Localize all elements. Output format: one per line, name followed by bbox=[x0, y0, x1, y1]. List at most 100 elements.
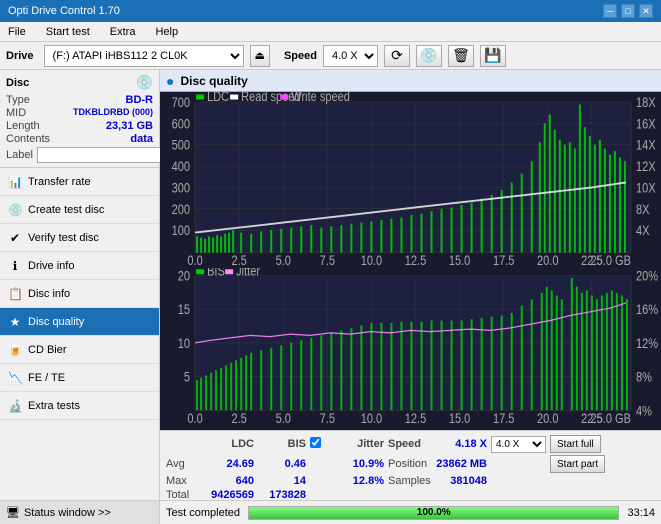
sidebar-item-disc-info[interactable]: 📋 Disc info bbox=[0, 280, 159, 308]
titlebar-title: Opti Drive Control 1.70 bbox=[8, 5, 603, 17]
maximize-button[interactable]: □ bbox=[621, 4, 635, 18]
svg-text:15.0: 15.0 bbox=[449, 410, 471, 425]
contents-label: Contents bbox=[6, 133, 50, 145]
disc-info-panel: Disc 💿 Type BD-R MID TDKBLDRBD (000) Len… bbox=[0, 70, 159, 168]
minimize-button[interactable]: ─ bbox=[603, 4, 617, 18]
svg-text:8%: 8% bbox=[636, 369, 652, 384]
label-label: Label bbox=[6, 149, 33, 161]
drive-select[interactable]: (F:) ATAPI iHBS112 2 CL0K bbox=[44, 45, 244, 67]
status-window[interactable]: 🖥 Status window >> bbox=[0, 500, 159, 524]
upper-chart: 700 600 500 400 300 200 100 18X 16X 14X … bbox=[160, 92, 661, 268]
disc-quality-icon: ★ bbox=[8, 315, 22, 329]
avg-jitter: 10.9% bbox=[332, 458, 384, 470]
close-button[interactable]: ✕ bbox=[639, 4, 653, 18]
svg-text:14X: 14X bbox=[636, 138, 656, 153]
svg-text:2.5: 2.5 bbox=[232, 410, 247, 425]
panel-header-icon: ● bbox=[166, 73, 174, 89]
svg-text:10: 10 bbox=[178, 335, 190, 350]
sidebar-item-drive-info[interactable]: ℹ Drive info bbox=[0, 252, 159, 280]
sidebar-item-label: Transfer rate bbox=[28, 176, 91, 188]
position-value: 23862 MB bbox=[432, 458, 487, 470]
stats-bar: LDC BIS Jitter Speed 4.18 X 4.0 X Start … bbox=[160, 430, 661, 500]
drive-info-icon: ℹ bbox=[8, 259, 22, 273]
refresh-button[interactable]: ⟳ bbox=[384, 45, 410, 67]
transfer-rate-icon: 📊 bbox=[8, 175, 22, 189]
label-input[interactable] bbox=[37, 147, 175, 163]
sidebar-item-fe-te[interactable]: 📉 FE / TE bbox=[0, 364, 159, 392]
speed-select[interactable]: 4.0 X bbox=[323, 45, 378, 67]
length-label: Length bbox=[6, 120, 40, 132]
svg-text:8X: 8X bbox=[636, 202, 650, 217]
svg-text:0.0: 0.0 bbox=[187, 410, 202, 425]
sidebar-item-label: Create test disc bbox=[28, 204, 104, 216]
speed-value: 4.18 X bbox=[432, 438, 487, 450]
disc-info-icon: 📋 bbox=[8, 287, 22, 301]
sidebar-item-extra-tests[interactable]: 🔬 Extra tests bbox=[0, 392, 159, 420]
disc-panel-icon-button[interactable]: 💿 bbox=[136, 74, 153, 91]
speed-select[interactable]: 4.0 X bbox=[491, 436, 546, 453]
samples-value: 381048 bbox=[432, 475, 487, 487]
sidebar-item-disc-quality[interactable]: ★ Disc quality bbox=[0, 308, 159, 336]
sidebar-item-transfer-rate[interactable]: 📊 Transfer rate bbox=[0, 168, 159, 196]
stats-header-ldc: LDC bbox=[206, 438, 254, 450]
erase-button[interactable]: 🗑 bbox=[448, 45, 474, 67]
svg-text:Jitter: Jitter bbox=[236, 268, 260, 279]
samples-label: Samples bbox=[388, 475, 428, 487]
menu-extra[interactable]: Extra bbox=[106, 25, 140, 39]
svg-text:25.0 GB: 25.0 GB bbox=[591, 410, 631, 425]
lower-chart: 20 15 10 5 20% 16% 12% 8% 4% 0.0 2.5 5.0… bbox=[160, 268, 661, 430]
titlebar-controls: ─ □ ✕ bbox=[603, 4, 653, 18]
svg-text:20%: 20% bbox=[636, 268, 658, 283]
progress-text: 100.0% bbox=[249, 507, 618, 519]
svg-text:700: 700 bbox=[172, 95, 190, 110]
svg-text:17.5: 17.5 bbox=[493, 253, 514, 268]
svg-text:7.5: 7.5 bbox=[320, 253, 335, 268]
sidebar-item-verify-test-disc[interactable]: ✔ Verify test disc bbox=[0, 224, 159, 252]
sidebar: Disc 💿 Type BD-R MID TDKBLDRBD (000) Len… bbox=[0, 70, 160, 524]
svg-text:2.5: 2.5 bbox=[232, 253, 247, 268]
drive-label: Drive bbox=[6, 50, 34, 62]
sidebar-item-create-test-disc[interactable]: 💿 Create test disc bbox=[0, 196, 159, 224]
svg-text:12.5: 12.5 bbox=[405, 410, 427, 425]
max-jitter: 12.8% bbox=[332, 475, 384, 487]
svg-text:12X: 12X bbox=[636, 159, 656, 174]
svg-text:12%: 12% bbox=[636, 335, 658, 350]
menu-file[interactable]: File bbox=[4, 25, 30, 39]
lower-chart-svg: 20 15 10 5 20% 16% 12% 8% 4% 0.0 2.5 5.0… bbox=[160, 268, 661, 430]
menu-start-test[interactable]: Start test bbox=[42, 25, 94, 39]
svg-text:17.5: 17.5 bbox=[493, 410, 515, 425]
disc-button[interactable]: 💿 bbox=[416, 45, 442, 67]
svg-text:16%: 16% bbox=[636, 302, 658, 317]
svg-text:16X: 16X bbox=[636, 116, 656, 131]
sidebar-item-label: Drive info bbox=[28, 260, 74, 272]
menu-help[interactable]: Help bbox=[151, 25, 182, 39]
avg-ldc: 24.69 bbox=[206, 458, 254, 470]
titlebar: Opti Drive Control 1.70 ─ □ ✕ bbox=[0, 0, 661, 22]
save-button[interactable]: 💾 bbox=[480, 45, 506, 67]
start-full-button[interactable]: Start full bbox=[550, 435, 601, 453]
speed-label: Speed bbox=[284, 50, 317, 62]
charts-container: 700 600 500 400 300 200 100 18X 16X 14X … bbox=[160, 92, 661, 430]
disc-panel-title: Disc bbox=[6, 77, 29, 89]
eject-button[interactable]: ⏏ bbox=[250, 45, 270, 67]
svg-text:0.0: 0.0 bbox=[187, 253, 202, 268]
sidebar-item-label: FE / TE bbox=[28, 372, 65, 384]
svg-text:500: 500 bbox=[172, 138, 190, 153]
sidebar-item-label: Disc info bbox=[28, 288, 70, 300]
drivebar: Drive (F:) ATAPI iHBS112 2 CL0K ⏏ Speed … bbox=[0, 42, 661, 70]
sidebar-item-label: Extra tests bbox=[28, 400, 80, 412]
progress-bar: 100.0% bbox=[248, 506, 619, 520]
sidebar-item-cd-bier[interactable]: 🍺 CD Bier bbox=[0, 336, 159, 364]
time-label: 33:14 bbox=[627, 507, 655, 519]
svg-text:10.0: 10.0 bbox=[361, 410, 383, 425]
start-part-button[interactable]: Start part bbox=[550, 455, 605, 473]
svg-text:LDC: LDC bbox=[207, 92, 229, 104]
svg-text:5: 5 bbox=[184, 369, 190, 384]
svg-text:200: 200 bbox=[172, 202, 190, 217]
svg-text:7.5: 7.5 bbox=[320, 410, 335, 425]
svg-text:5.0: 5.0 bbox=[276, 410, 291, 425]
max-label: Max bbox=[166, 475, 202, 487]
jitter-checkbox[interactable] bbox=[310, 437, 321, 448]
svg-text:25.0 GB: 25.0 GB bbox=[591, 253, 631, 268]
stats-header-check bbox=[310, 437, 328, 451]
